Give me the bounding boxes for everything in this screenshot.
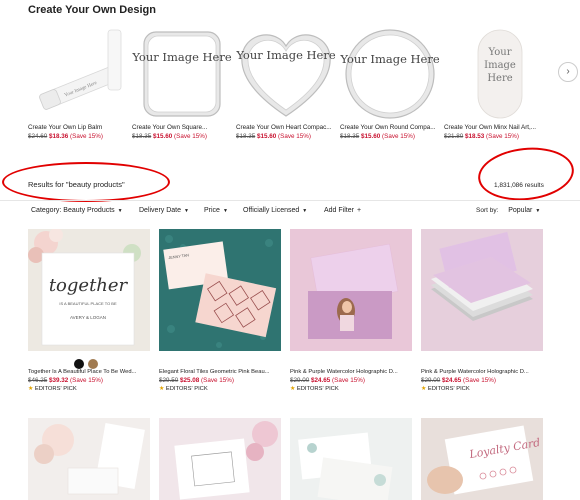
product-image[interactable]: [28, 418, 150, 500]
sort-control[interactable]: Sort by: Popular ▼: [476, 207, 540, 214]
sign-subtext: IS A BEAUTIFUL PLACE TO BE: [59, 301, 117, 306]
carousel-item-price: $18.35 $15.60 (Save 15%): [132, 133, 207, 140]
section-title: Create Your Own Design: [28, 4, 156, 16]
product-image[interactable]: JENNY TAN: [159, 229, 281, 351]
carousel-item[interactable]: Your Image Here Create Your Own Lip Balm…: [28, 26, 128, 140]
add-filter-button[interactable]: Add Filter +: [324, 207, 361, 214]
carousel-item-name: Create Your Own Round Compa...: [340, 124, 436, 131]
carousel-item-name: Create Your Own Minx Nail Art,...: [444, 124, 537, 131]
carousel-item[interactable]: Your Image Here Create Your Own Round Co…: [340, 26, 440, 140]
editors-pick-badge: ★ EDITORS' PICK: [290, 386, 339, 392]
results-header: Results for "beauty products" 1,831,086 …: [0, 143, 580, 205]
star-icon: ★: [28, 386, 34, 392]
product-name: Pink & Purple Watercolor Holographic D..…: [290, 369, 398, 375]
plus-icon: +: [356, 207, 362, 214]
product-image[interactable]: [421, 229, 543, 351]
filter-category[interactable]: Category: Beauty Products ▼: [31, 207, 123, 214]
product-card[interactable]: [159, 418, 281, 500]
product-card[interactable]: JENNY TAN Elegant Floral Tiles Geometric…: [159, 229, 281, 392]
carousel-item-price: $21.80 $18.53 (Save 15%): [444, 133, 519, 140]
chevron-down-icon: ▼: [184, 208, 189, 214]
sign-names: AVERY & LOGAN: [69, 315, 106, 320]
product-name: Pink & Purple Watercolor Holographic D..…: [421, 369, 529, 375]
carousel-item-price: $18.35 $15.60 (Save 15%): [236, 133, 311, 140]
image-placeholder-text: Your Image Here: [236, 48, 336, 62]
carousel-item[interactable]: Your Image Here Create Your Own Heart Co…: [236, 26, 336, 140]
filter-delivery-date[interactable]: Delivery Date ▼: [139, 207, 189, 214]
product-price: $29.50 $25.08 (Save 15%): [159, 377, 234, 384]
image-placeholder-text: Your Image Here: [484, 47, 516, 84]
carousel-item[interactable]: Your Image Here Create Your Own Square..…: [132, 26, 232, 140]
sort-value: Popular: [508, 207, 533, 214]
design-carousel: Your Image Here Create Your Own Lip Balm…: [28, 26, 578, 146]
product-image[interactable]: [290, 229, 412, 351]
carousel-item-name: Create Your Own Heart Compac...: [236, 124, 332, 131]
product-card[interactable]: Pink & Purple Watercolor Holographic D..…: [290, 229, 412, 392]
product-card[interactable]: Loyalty Card: [421, 418, 543, 500]
swatch-black[interactable]: [74, 359, 84, 369]
annotation-circle: [475, 143, 577, 205]
carousel-item[interactable]: Your Image Here Create Your Own Minx Nai…: [444, 26, 544, 140]
product-thumbnail[interactable]: Your Image Here: [340, 26, 440, 122]
product-thumbnail[interactable]: Your Image Here: [28, 26, 128, 122]
filter-officially-licensed[interactable]: Officially Licensed ▼: [243, 207, 307, 214]
image-placeholder-text: Your Image Here: [132, 50, 232, 64]
results-count: 1,831,086 results: [494, 182, 544, 189]
chevron-down-icon: ▼: [535, 208, 541, 214]
product-card[interactable]: Pink & Purple Watercolor Holographic D..…: [421, 229, 543, 392]
editors-pick-badge: ★ EDITORS' PICK: [28, 386, 77, 392]
star-icon: ★: [290, 386, 296, 392]
product-grid: together IS A BEAUTIFUL PLACE TO BE AVER…: [28, 229, 558, 500]
carousel-item-name: Create Your Own Lip Balm: [28, 124, 103, 131]
color-swatches: [74, 356, 102, 374]
product-price: $29.00 $24.65 (Save 15%): [290, 377, 365, 384]
sort-label: Sort by:: [476, 207, 499, 214]
carousel-item-name: Create Your Own Square...: [132, 124, 208, 131]
product-image[interactable]: together IS A BEAUTIFUL PLACE TO BE AVER…: [28, 229, 150, 351]
sign-script-text: together: [48, 275, 128, 296]
product-name: Elegant Floral Tiles Geometric Pink Beau…: [159, 369, 270, 375]
carousel-item-price: $24.60 $18.36 (Save 15%): [28, 133, 103, 140]
product-thumbnail[interactable]: Your Image Here: [444, 26, 544, 122]
filter-price[interactable]: Price ▼: [204, 207, 228, 214]
swatch-brown[interactable]: [88, 359, 98, 369]
product-card[interactable]: [290, 418, 412, 500]
product-card[interactable]: [28, 418, 150, 500]
product-thumbnail[interactable]: Your Image Here: [236, 26, 336, 122]
results-query-label: Results for "beauty products": [28, 180, 125, 189]
product-card[interactable]: together IS A BEAUTIFUL PLACE TO BE AVER…: [28, 229, 150, 392]
star-icon: ★: [421, 386, 427, 392]
product-price: $46.25 $39.32 (Save 15%): [28, 377, 103, 384]
carousel-item-price: $18.35 $15.60 (Save 15%): [340, 133, 415, 140]
editors-pick-badge: ★ EDITORS' PICK: [159, 386, 208, 392]
chevron-down-icon: ▼: [117, 208, 123, 214]
image-placeholder-text: Your Image Here: [340, 52, 440, 66]
editors-pick-badge: ★ EDITORS' PICK: [421, 386, 470, 392]
filter-bar: Category: Beauty Products ▼ Delivery Date…: [0, 200, 580, 220]
product-price: $29.00 $24.65 (Save 15%): [421, 377, 496, 384]
star-icon: ★: [159, 386, 165, 392]
product-image[interactable]: [290, 418, 412, 500]
product-image[interactable]: [159, 418, 281, 500]
chevron-down-icon: ▼: [302, 208, 308, 214]
chevron-down-icon: ▼: [222, 208, 228, 214]
product-thumbnail[interactable]: Your Image Here: [132, 26, 232, 122]
carousel-next-button[interactable]: ›: [558, 62, 578, 82]
product-image[interactable]: Loyalty Card: [421, 418, 543, 500]
